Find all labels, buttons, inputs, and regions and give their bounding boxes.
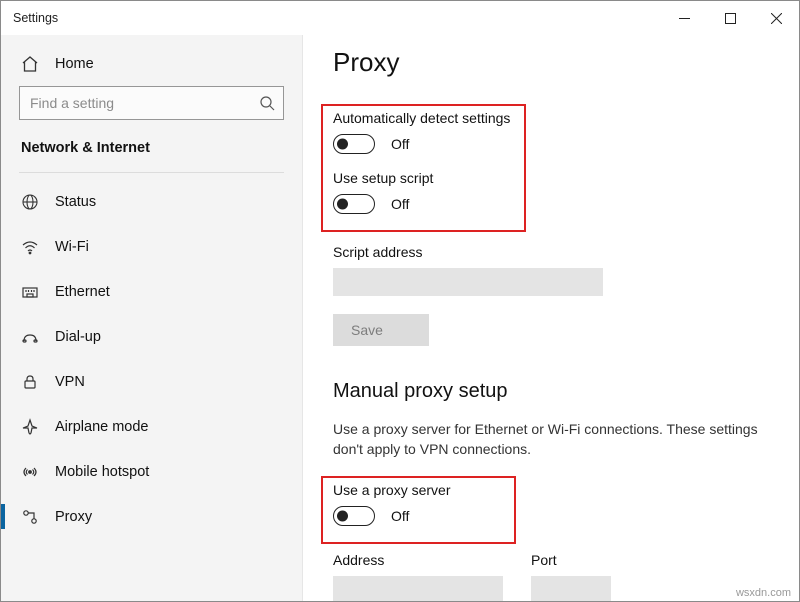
search-box[interactable] [19, 86, 284, 120]
dialup-icon [21, 328, 39, 346]
sidebar-item-label: Airplane mode [55, 419, 149, 435]
sidebar-item-label: Wi-Fi [55, 239, 89, 255]
page-title: Proxy [333, 47, 769, 78]
script-address-label: Script address [333, 244, 769, 260]
setup-script-toggle[interactable] [333, 194, 375, 214]
proxy-icon [21, 508, 39, 526]
address-input [333, 576, 503, 601]
sidebar-item-dialup[interactable]: Dial-up [1, 314, 302, 359]
port-label: Port [531, 552, 611, 568]
watermark: wsxdn.com [736, 587, 791, 599]
setup-script-label: Use setup script [333, 170, 514, 186]
home-icon [21, 55, 39, 73]
search-input[interactable] [30, 95, 259, 111]
port-input [531, 576, 611, 601]
globe-icon [21, 193, 39, 211]
content: Proxy Automatically detect settings Off … [303, 35, 799, 601]
sidebar-item-proxy[interactable]: Proxy [1, 494, 302, 539]
script-address-input [333, 268, 603, 296]
vpn-icon [21, 373, 39, 391]
use-proxy-label: Use a proxy server [333, 482, 504, 498]
sidebar-item-label: Dial-up [55, 329, 101, 345]
setup-script-state: Off [391, 196, 409, 212]
use-proxy-state: Off [391, 508, 409, 524]
hotspot-icon [21, 463, 39, 481]
close-button[interactable] [753, 1, 799, 35]
manual-setup-desc: Use a proxy server for Ethernet or Wi-Fi… [333, 419, 763, 460]
sidebar-section-heading: Network & Internet [1, 130, 302, 168]
highlight-box-manual: Use a proxy server Off [321, 476, 516, 544]
minimize-icon [679, 13, 690, 24]
sidebar-home-label: Home [55, 56, 94, 72]
maximize-button[interactable] [707, 1, 753, 35]
search-wrap [1, 86, 302, 130]
settings-window: Settings Home [0, 0, 800, 602]
sidebar-item-label: Ethernet [55, 284, 110, 300]
airplane-icon [21, 418, 39, 436]
sidebar-item-label: Proxy [55, 509, 92, 525]
sidebar-item-label: Status [55, 194, 96, 210]
auto-detect-state: Off [391, 136, 409, 152]
auto-detect-toggle[interactable] [333, 134, 375, 154]
use-proxy-toggle[interactable] [333, 506, 375, 526]
titlebar: Settings [1, 1, 799, 35]
highlight-box-auto: Automatically detect settings Off Use se… [321, 104, 526, 232]
manual-setup-title: Manual proxy setup [333, 380, 769, 403]
sidebar: Home Network & Internet Status [1, 35, 303, 601]
sidebar-item-hotspot[interactable]: Mobile hotspot [1, 449, 302, 494]
auto-detect-label: Automatically detect settings [333, 110, 514, 126]
save-button: Save [333, 314, 429, 346]
window-controls [661, 1, 799, 35]
window-title: Settings [13, 11, 58, 25]
sidebar-item-ethernet[interactable]: Ethernet [1, 269, 302, 314]
sidebar-item-label: Mobile hotspot [55, 464, 149, 480]
sidebar-item-airplane[interactable]: Airplane mode [1, 404, 302, 449]
sidebar-item-status[interactable]: Status [1, 179, 302, 224]
close-icon [771, 13, 782, 24]
minimize-button[interactable] [661, 1, 707, 35]
search-icon [259, 95, 275, 111]
sidebar-divider [19, 172, 284, 173]
sidebar-item-label: VPN [55, 374, 85, 390]
sidebar-home[interactable]: Home [1, 41, 302, 86]
ethernet-icon [21, 283, 39, 301]
sidebar-item-wifi[interactable]: Wi-Fi [1, 224, 302, 269]
sidebar-item-vpn[interactable]: VPN [1, 359, 302, 404]
wifi-icon [21, 238, 39, 256]
address-label: Address [333, 552, 517, 568]
maximize-icon [725, 13, 736, 24]
